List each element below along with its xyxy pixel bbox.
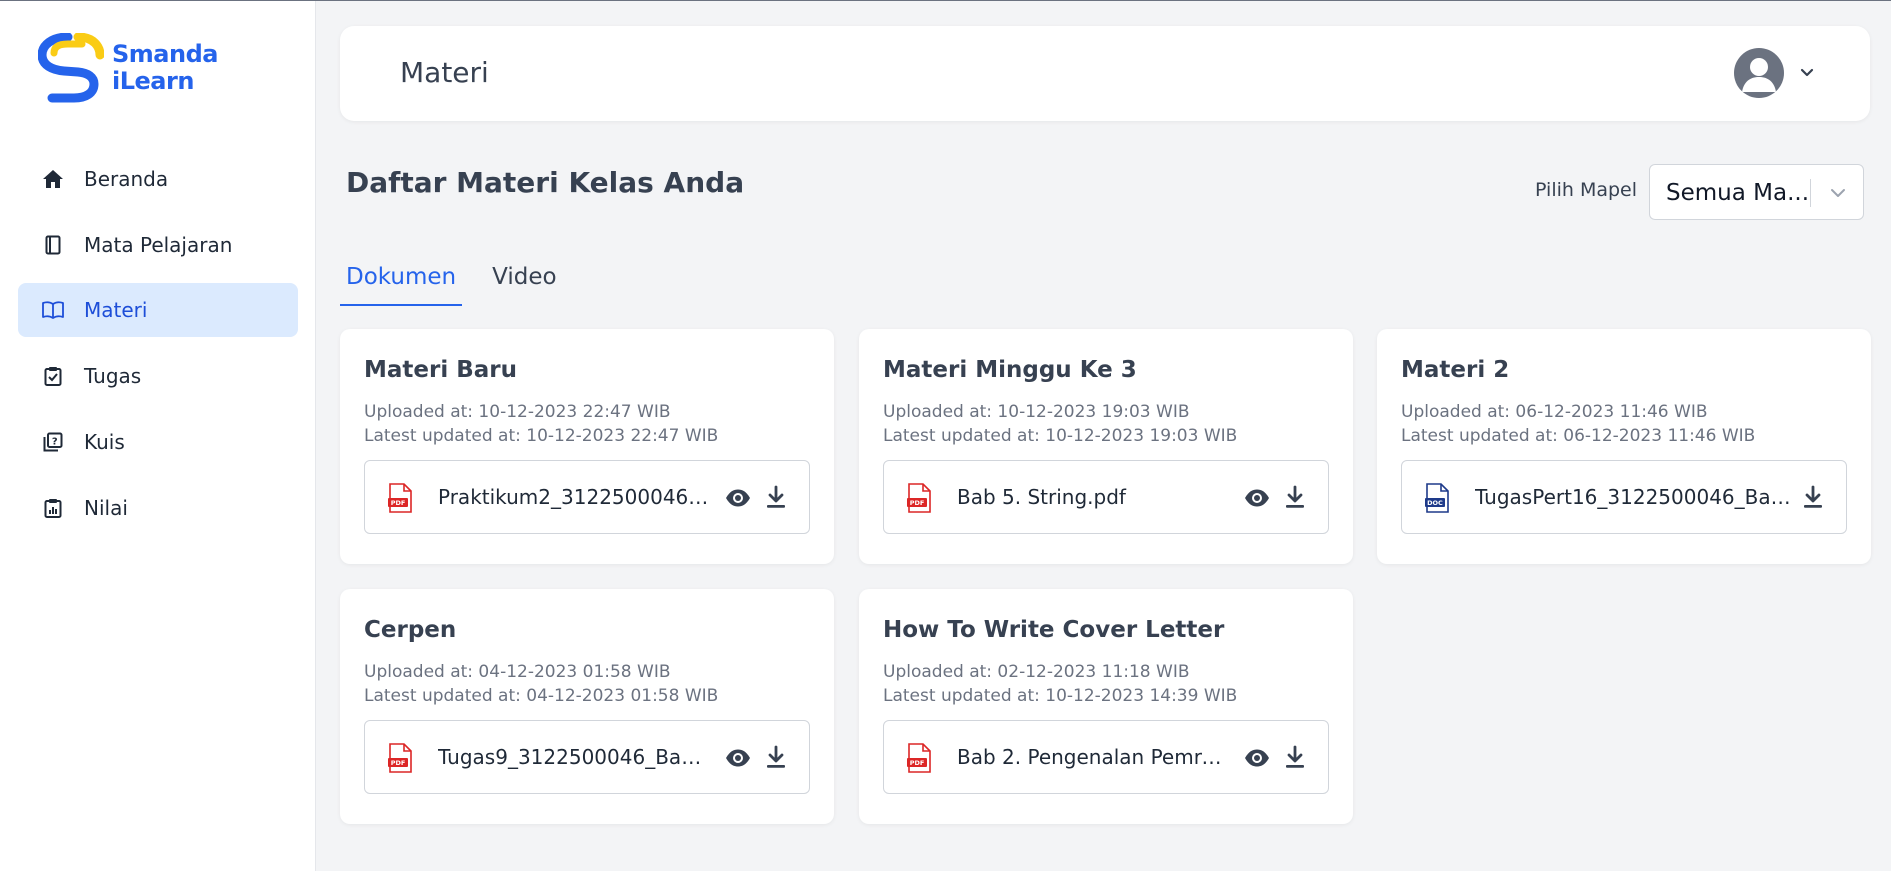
card-meta: Uploaded at: 10-12-2023 19:03 WIB Latest… (883, 400, 1237, 448)
user-avatar[interactable] (1734, 48, 1784, 98)
sidebar-item-nilai[interactable]: Nilai (18, 481, 298, 535)
user-icon (1742, 58, 1776, 92)
chevron-down-icon[interactable] (1827, 182, 1849, 204)
sidebar-item-mata-pelajaran[interactable]: Mata Pelajaran (18, 218, 298, 272)
sidebar-item-label: Materi (84, 298, 148, 322)
app-name-line2: iLearn (112, 67, 194, 95)
quiz-icon: ? (42, 431, 64, 453)
svg-text:PDF: PDF (391, 759, 406, 767)
app-logo[interactable]: Smanda iLearn (38, 33, 218, 103)
sidebar-item-beranda[interactable]: Beranda (18, 152, 298, 206)
updated-at: Latest updated at: 10-12-2023 22:47 WIB (364, 426, 719, 446)
uploaded-at: Uploaded at: 06-12-2023 11:46 WIB (1401, 402, 1708, 422)
download-icon[interactable] (1802, 485, 1824, 509)
updated-at: Latest updated at: 04-12-2023 01:58 WIB (364, 686, 719, 706)
card-title: Cerpen (364, 617, 457, 643)
eye-icon[interactable] (725, 746, 751, 770)
pdf-file-icon: PDF (388, 743, 412, 773)
top-header: Materi (340, 26, 1870, 121)
updated-at: Latest updated at: 10-12-2023 14:39 WIB (883, 686, 1238, 706)
updated-at: Latest updated at: 10-12-2023 19:03 WIB (883, 426, 1238, 446)
file-name: TugasPert16_3122500046_Bayu... (1475, 485, 1795, 509)
sidebar-item-kuis[interactable]: ? Kuis (18, 415, 298, 469)
chevron-down-icon[interactable] (1796, 62, 1818, 84)
logo-icon (38, 33, 104, 103)
download-icon[interactable] (1284, 745, 1306, 769)
uploaded-at: Uploaded at: 10-12-2023 19:03 WIB (883, 402, 1190, 422)
sidebar-item-label: Kuis (84, 430, 125, 454)
sidebar-item-tugas[interactable]: Tugas (18, 349, 298, 403)
app-name: Smanda iLearn (112, 41, 218, 95)
card-meta: Uploaded at: 10-12-2023 22:47 WIB Latest… (364, 400, 718, 448)
sidebar-item-label: Nilai (84, 496, 128, 520)
content-tabs: Dokumen Video (340, 262, 563, 306)
file-attachment[interactable]: DOC TugasPert16_3122500046_Bayu... (1401, 460, 1847, 534)
pdf-file-icon: PDF (907, 483, 931, 513)
mapel-select-value: Semua Ma... (1666, 180, 1810, 206)
app-name-line1: Smanda (112, 40, 218, 68)
file-attachment[interactable]: PDF Bab 2. Pengenalan Pemrogr... (883, 720, 1329, 794)
materi-card: Materi Baru Uploaded at: 10-12-2023 22:4… (340, 329, 834, 564)
book-icon (42, 234, 64, 256)
materi-card: Materi Minggu Ke 3 Uploaded at: 10-12-20… (859, 329, 1353, 564)
file-name: Bab 5. String.pdf (957, 485, 1126, 509)
uploaded-at: Uploaded at: 10-12-2023 22:47 WIB (364, 402, 671, 422)
updated-at: Latest updated at: 06-12-2023 11:46 WIB (1401, 426, 1756, 446)
page-title: Daftar Materi Kelas Anda (346, 166, 745, 199)
card-title: Materi Baru (364, 357, 518, 383)
sidebar-item-label: Mata Pelajaran (84, 233, 233, 257)
select-divider (1810, 179, 1811, 207)
sidebar: Smanda iLearn Beranda Mata Pelajaran Mat… (0, 1, 316, 871)
file-attachment[interactable]: PDF Praktikum2_3122500046_B... (364, 460, 810, 534)
sidebar-item-label: Beranda (84, 167, 169, 191)
uploaded-at: Uploaded at: 04-12-2023 01:58 WIB (364, 662, 671, 682)
svg-text:PDF: PDF (391, 499, 406, 507)
svg-text:DOC: DOC (1427, 499, 1443, 507)
materi-card: Cerpen Uploaded at: 04-12-2023 01:58 WIB… (340, 589, 834, 824)
tab-dokumen[interactable]: Dokumen (340, 262, 463, 306)
pdf-file-icon: PDF (388, 483, 412, 513)
eye-icon[interactable] (1244, 746, 1270, 770)
eye-icon[interactable] (725, 486, 751, 510)
card-title: Materi Minggu Ke 3 (883, 357, 1137, 383)
mapel-select[interactable]: Semua Ma... (1649, 164, 1864, 220)
clipboard-check-icon (42, 365, 64, 387)
download-icon[interactable] (765, 745, 787, 769)
svg-text:PDF: PDF (910, 759, 925, 767)
sidebar-item-materi[interactable]: Materi (18, 283, 298, 337)
card-meta: Uploaded at: 04-12-2023 01:58 WIB Latest… (364, 660, 718, 708)
card-title: Materi 2 (1401, 357, 1510, 383)
file-name: Tugas9_3122500046_Bayu... (438, 745, 710, 769)
tab-video[interactable]: Video (486, 262, 562, 306)
sidebar-item-label: Tugas (84, 364, 142, 388)
file-name: Bab 2. Pengenalan Pemrogr... (957, 745, 1229, 769)
svg-text:?: ? (52, 436, 58, 447)
download-icon[interactable] (765, 485, 787, 509)
uploaded-at: Uploaded at: 02-12-2023 11:18 WIB (883, 662, 1190, 682)
file-attachment[interactable]: PDF Tugas9_3122500046_Bayu... (364, 720, 810, 794)
pdf-file-icon: PDF (907, 743, 931, 773)
filter-label: Pilih Mapel (1535, 179, 1638, 201)
card-meta: Uploaded at: 02-12-2023 11:18 WIB Latest… (883, 660, 1237, 708)
file-attachment[interactable]: PDF Bab 5. String.pdf (883, 460, 1329, 534)
open-book-icon (42, 299, 64, 321)
card-meta: Uploaded at: 06-12-2023 11:46 WIB Latest… (1401, 400, 1755, 448)
materi-card: How To Write Cover Letter Uploaded at: 0… (859, 589, 1353, 824)
materi-card: Materi 2 Uploaded at: 06-12-2023 11:46 W… (1377, 329, 1871, 564)
eye-icon[interactable] (1244, 486, 1270, 510)
svg-text:PDF: PDF (910, 499, 925, 507)
doc-file-icon: DOC (1425, 483, 1449, 513)
file-name: Praktikum2_3122500046_B... (438, 485, 710, 509)
card-title: How To Write Cover Letter (883, 617, 1225, 643)
home-icon (42, 168, 64, 190)
header-title: Materi (400, 56, 489, 89)
download-icon[interactable] (1284, 485, 1306, 509)
clipboard-chart-icon (42, 497, 64, 519)
